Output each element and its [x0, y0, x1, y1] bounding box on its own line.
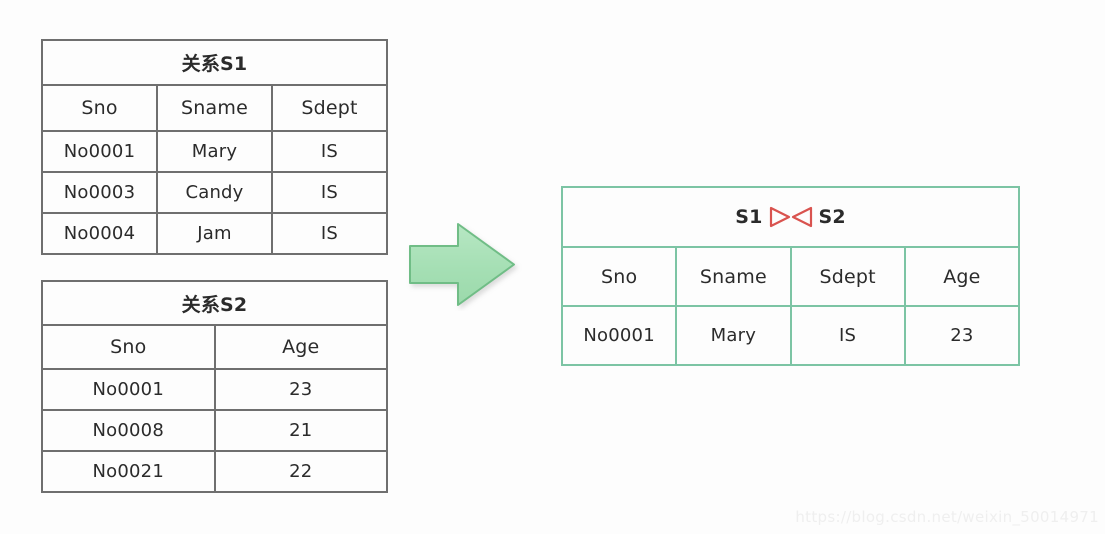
join-expression: S1 S2 — [735, 206, 846, 228]
table-row: No0001 Mary IS 23 — [560, 305, 1021, 366]
cell-age: 23 — [213, 368, 388, 411]
diagram-canvas: 关系S1 Sno Sname Sdept No0001 Mary IS No00… — [0, 0, 1105, 534]
column-header-sno: Sno — [41, 84, 158, 132]
table-header-row: Sno Sname Sdept Age — [560, 246, 1021, 307]
table-title-row: 关系S1 — [41, 39, 388, 86]
cell-sname: Mary — [675, 305, 792, 366]
column-header-sname: Sname — [675, 246, 792, 307]
table-header-row: Sno Age — [41, 324, 388, 370]
cell-sname: Mary — [156, 130, 273, 173]
cell-sno: No0008 — [41, 409, 216, 452]
cell-sno: No0003 — [41, 171, 158, 214]
column-header-sno: Sno — [560, 246, 678, 307]
natural-join-bowtie-icon — [769, 206, 813, 228]
join-left-operand: S1 — [735, 206, 763, 228]
table-row: No0001 Mary IS — [41, 130, 388, 173]
cell-sno: No0001 — [560, 305, 678, 366]
table-title-s2: 关系S2 — [41, 280, 388, 326]
watermark-text: https://blog.csdn.net/weixin_50014971 — [795, 508, 1099, 526]
column-header-sno: Sno — [41, 324, 216, 370]
cell-sno: No0021 — [41, 450, 216, 493]
table-row: No0008 21 — [41, 409, 388, 452]
table-title-row: 关系S2 — [41, 280, 388, 326]
cell-age: 22 — [213, 450, 388, 493]
relation-table-join-result: S1 S2 Sno Sname Sdept Age No0001 Mary IS… — [560, 186, 1021, 366]
column-header-age: Age — [213, 324, 388, 370]
table-row: No0004 Jam IS — [41, 212, 388, 255]
column-header-sdept: Sdept — [789, 246, 906, 307]
cell-sdept: IS — [271, 130, 388, 173]
table-row: No0021 22 — [41, 450, 388, 493]
cell-sname: Jam — [156, 212, 273, 255]
column-header-sname: Sname — [156, 84, 273, 132]
relation-table-s1: 关系S1 Sno Sname Sdept No0001 Mary IS No00… — [41, 39, 388, 255]
cell-age: 23 — [903, 305, 1021, 366]
table-title-row: S1 S2 — [561, 186, 1020, 248]
cell-sdept: IS — [271, 171, 388, 214]
table-row: No0003 Candy IS — [41, 171, 388, 214]
column-header-sdept: Sdept — [271, 84, 388, 132]
cell-sno: No0004 — [41, 212, 158, 255]
right-block-arrow-icon — [406, 219, 526, 311]
cell-sname: Candy — [156, 171, 273, 214]
table-title-join: S1 S2 — [561, 186, 1020, 248]
column-header-age: Age — [903, 246, 1021, 307]
cell-age: 21 — [213, 409, 388, 452]
table-title-s1: 关系S1 — [41, 39, 388, 86]
cell-sno: No0001 — [41, 130, 158, 173]
join-right-operand: S2 — [818, 206, 846, 228]
cell-sno: No0001 — [41, 368, 216, 411]
cell-sdept: IS — [271, 212, 388, 255]
cell-sdept: IS — [789, 305, 906, 366]
table-row: No0001 23 — [41, 368, 388, 411]
relation-table-s2: 关系S2 Sno Age No0001 23 No0008 21 No0021 … — [41, 280, 388, 493]
table-header-row: Sno Sname Sdept — [41, 84, 388, 132]
